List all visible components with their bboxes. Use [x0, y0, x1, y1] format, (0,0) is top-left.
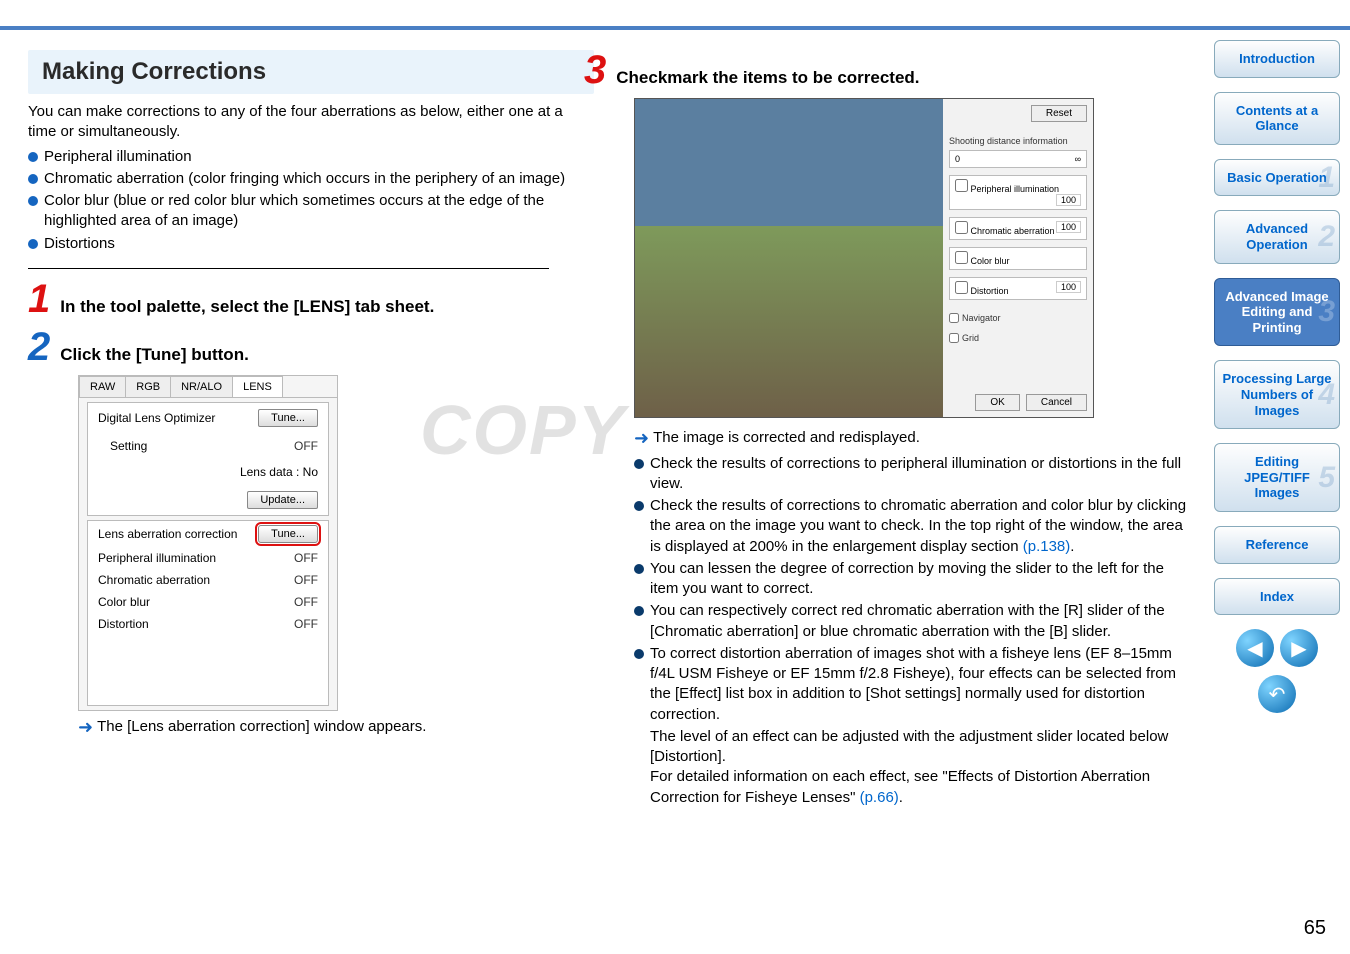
step-2: 2 Click the [Tune] button. — [28, 327, 594, 367]
tab-nralo[interactable]: NR/ALO — [170, 376, 233, 397]
tab-raw[interactable]: RAW — [79, 376, 126, 397]
colorblur-slider[interactable]: Color blur — [949, 247, 1087, 270]
next-page-icon[interactable]: ▶ — [1280, 629, 1318, 667]
lens-data-label: Lens data : No — [240, 465, 318, 479]
bullet-item: You can respectively correct red chromat… — [634, 601, 1190, 642]
cancel-button[interactable]: Cancel — [1026, 394, 1087, 411]
back-icon[interactable]: ↶ — [1258, 675, 1296, 713]
sidebar-nav: Introduction Contents at a Glance Basic … — [1210, 30, 1350, 808]
grid-checkbox[interactable] — [949, 333, 959, 343]
reset-button[interactable]: Reset — [1031, 105, 1087, 122]
bullet-icon — [634, 649, 644, 659]
tune-button-lens[interactable]: Tune... — [258, 525, 318, 543]
result-line: ➜ The image is corrected and redisplayed… — [634, 428, 1190, 450]
nav-basic-operation[interactable]: Basic Operation1 — [1214, 159, 1340, 197]
heading-text: Making Corrections — [42, 58, 580, 86]
chromatic-slider[interactable]: Chromatic aberration100 — [949, 217, 1087, 240]
setting-value: OFF — [294, 439, 318, 453]
step-number: 2 — [28, 327, 50, 367]
setting-label: Setting — [110, 439, 147, 453]
bullet-item: Color blur (blue or red color blur which… — [28, 191, 594, 232]
nav-editing-jpeg[interactable]: Editing JPEG/TIFF Images5 — [1214, 443, 1340, 512]
bullet-item: Check the results of corrections to peri… — [634, 454, 1190, 495]
extra-text: For detailed information on each effect,… — [650, 767, 1190, 808]
bullet-item: To correct distortion aberration of imag… — [634, 644, 1190, 725]
navigator-checkbox[interactable] — [949, 313, 959, 323]
page-link[interactable]: (p.66) — [860, 789, 899, 806]
nav-advanced-image-editing[interactable]: Advanced Image Editing and Printing3 — [1214, 278, 1340, 347]
arrow-icon: ➜ — [78, 717, 93, 739]
step-number: 1 — [28, 279, 50, 319]
update-button[interactable]: Update... — [247, 491, 318, 509]
page-link[interactable]: (p.138) — [1023, 538, 1071, 555]
bullet-icon — [28, 239, 38, 249]
bullet-item: You can lessen the degree of correction … — [634, 559, 1190, 600]
divider — [28, 268, 549, 269]
lens-ab-label: Lens aberration correction — [98, 527, 237, 541]
nav-introduction[interactable]: Introduction — [1214, 40, 1340, 78]
result-line: ➜ The [Lens aberration correction] windo… — [78, 717, 594, 739]
bullet-icon — [28, 152, 38, 162]
page-number: 65 — [1304, 917, 1326, 940]
nav-index[interactable]: Index — [1214, 578, 1340, 616]
step-1: 1 In the tool palette, select the [LENS]… — [28, 279, 594, 319]
nav-advanced-operation[interactable]: Advanced Operation2 — [1214, 210, 1340, 263]
bullet-icon — [634, 501, 644, 511]
bullet-icon — [634, 564, 644, 574]
nav-reference[interactable]: Reference — [1214, 526, 1340, 564]
nav-contents[interactable]: Contents at a Glance — [1214, 92, 1340, 145]
dlo-label: Digital Lens Optimizer — [98, 411, 215, 425]
step-number: 3 — [584, 50, 606, 90]
tab-rgb[interactable]: RGB — [125, 376, 171, 397]
nav-processing[interactable]: Processing Large Numbers of Images4 — [1214, 360, 1340, 429]
distortion-slider[interactable]: Distortion100 — [949, 277, 1087, 300]
bullet-item: Check the results of corrections to chro… — [634, 496, 1190, 557]
arrow-icon: ➜ — [634, 428, 649, 450]
tune-button-dlo[interactable]: Tune... — [258, 409, 318, 427]
bullet-icon — [634, 459, 644, 469]
tab-bar: RAW RGB NR/ALO LENS — [79, 376, 337, 398]
ok-button[interactable]: OK — [975, 394, 1019, 411]
tab-lens[interactable]: LENS — [232, 376, 283, 397]
intro-text: You can make corrections to any of the f… — [28, 102, 594, 143]
prev-page-icon[interactable]: ◀ — [1236, 629, 1274, 667]
bullet-item: Peripheral illumination — [28, 147, 594, 167]
bullet-icon — [28, 196, 38, 206]
peripheral-slider[interactable]: Peripheral illumination100 — [949, 175, 1087, 210]
bullet-icon — [634, 606, 644, 616]
correction-dialog: Reset Shooting distance information 0∞ P… — [634, 98, 1094, 418]
shooting-info-label: Shooting distance information — [949, 136, 1087, 146]
step-3: 3 Checkmark the items to be corrected. — [584, 50, 1190, 90]
section-heading: Making Corrections — [28, 50, 594, 94]
dialog-preview-image[interactable] — [635, 99, 943, 417]
bullet-icon — [28, 174, 38, 184]
extra-text: The level of an effect can be adjusted w… — [650, 727, 1190, 768]
shooting-slider[interactable]: 0∞ — [949, 150, 1087, 168]
lens-panel: RAW RGB NR/ALO LENS Digital Lens Optimiz… — [78, 375, 338, 711]
bullet-item: Chromatic aberration (color fringing whi… — [28, 169, 594, 189]
bullet-item: Distortions — [28, 234, 594, 254]
